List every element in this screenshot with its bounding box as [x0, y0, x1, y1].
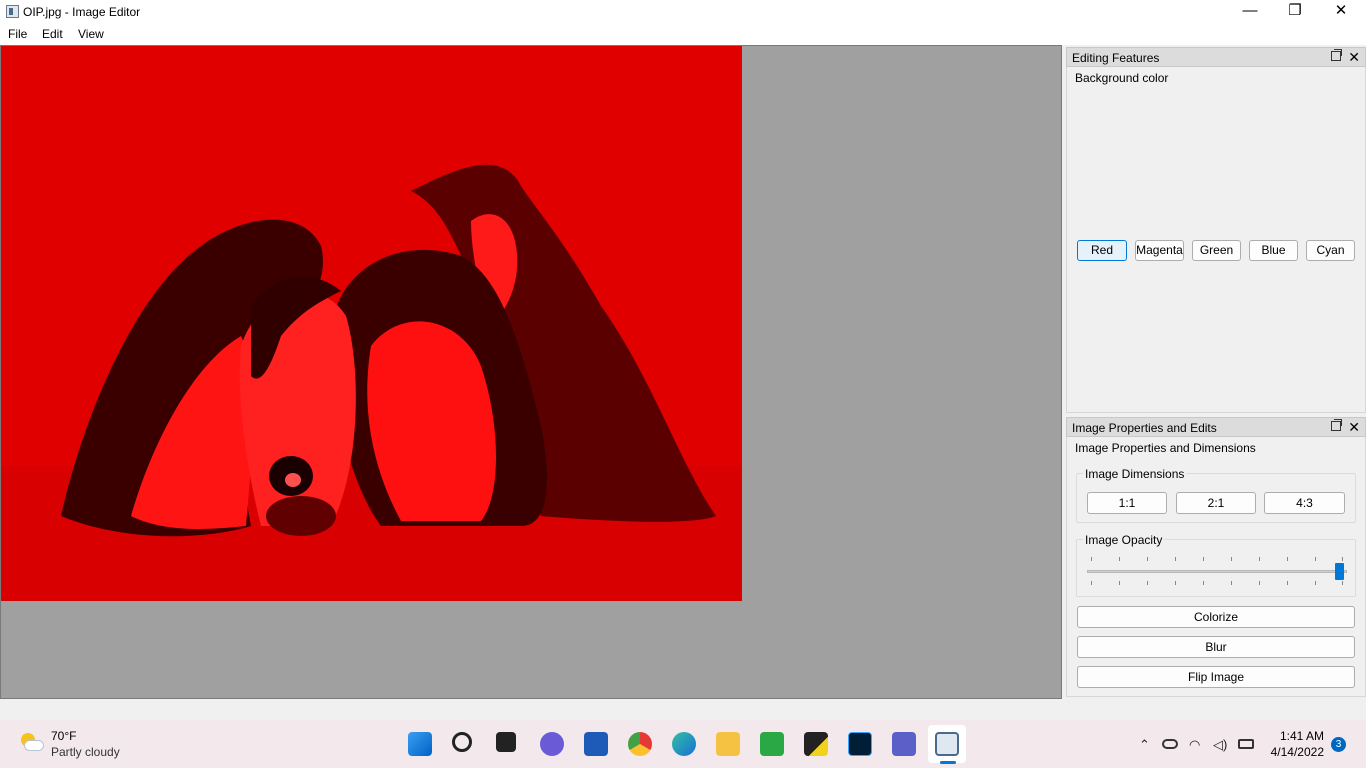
slider-tick	[1342, 557, 1343, 561]
menu-file[interactable]: File	[8, 27, 27, 41]
penguins-image	[1, 46, 742, 601]
slider-track	[1087, 570, 1347, 573]
image-editor-icon[interactable]	[935, 732, 959, 756]
chrome-icon[interactable]	[628, 732, 652, 756]
close-button[interactable]: ✕	[1318, 0, 1364, 23]
weather-desc[interactable]: Partly cloudy	[51, 745, 120, 759]
sticky-notes-icon[interactable]	[804, 732, 828, 756]
slider-tick	[1119, 557, 1120, 561]
slider-tick	[1175, 557, 1176, 561]
slider-tick	[1259, 557, 1260, 561]
slider-tick	[1315, 581, 1316, 585]
weather-icon[interactable]	[18, 731, 44, 753]
battery-icon[interactable]	[1238, 739, 1254, 749]
title-bar	[0, 0, 1366, 23]
blur-button[interactable]: Blur	[1077, 636, 1355, 658]
volume-icon[interactable]: ◁)	[1213, 737, 1227, 753]
maximize-button[interactable]: ❐	[1272, 0, 1318, 23]
editing-features-title: Editing Features	[1072, 51, 1160, 65]
image-properties-title: Image Properties and Edits	[1072, 421, 1217, 435]
task-view-icon[interactable]	[496, 732, 516, 752]
window-title: OIP.jpg - Image Editor	[23, 5, 141, 19]
slider-tick	[1231, 557, 1232, 561]
notification-badge[interactable]: 3	[1331, 737, 1346, 752]
slider-tick	[1175, 581, 1176, 585]
photoshop-icon[interactable]	[848, 732, 872, 756]
slider-tick	[1203, 581, 1204, 585]
chat-icon[interactable]	[540, 732, 564, 756]
slider-tick	[1091, 557, 1092, 561]
slider-tick	[1287, 581, 1288, 585]
teams-icon[interactable]	[892, 732, 916, 756]
onedrive-icon[interactable]	[1162, 739, 1178, 749]
app-icon	[6, 5, 19, 18]
slider-tick	[1287, 557, 1288, 561]
active-indicator	[940, 761, 956, 764]
color-blue-button[interactable]: Blue	[1249, 240, 1298, 261]
float-icon[interactable]	[1331, 49, 1342, 61]
color-cyan-button[interactable]: Cyan	[1306, 240, 1355, 261]
slider-tick	[1231, 581, 1232, 585]
wifi-icon[interactable]: ◠	[1189, 737, 1200, 753]
background-color-label: Background color	[1075, 71, 1169, 85]
clock-date[interactable]: 4/14/2022	[1262, 745, 1324, 759]
close-icon[interactable]: ✕	[1348, 48, 1360, 66]
word-icon[interactable]	[584, 732, 608, 756]
editing-features-header: Editing Features ✕	[1066, 47, 1366, 67]
slider-tick	[1119, 581, 1120, 585]
ratio-1-1-button[interactable]: 1:1	[1087, 492, 1167, 514]
image-properties-header: Image Properties and Edits ✕	[1066, 417, 1366, 437]
menu-view[interactable]: View	[78, 27, 104, 41]
slider-tick	[1203, 557, 1204, 561]
dimensions-group-title: Image Dimensions	[1083, 467, 1187, 481]
close-icon[interactable]: ✕	[1348, 418, 1360, 436]
slider-tick	[1091, 581, 1092, 585]
opacity-group-title: Image Opacity	[1083, 533, 1165, 547]
color-red-button[interactable]: Red	[1077, 240, 1127, 261]
opacity-slider[interactable]	[1087, 555, 1347, 589]
minimize-button[interactable]: —	[1227, 0, 1273, 23]
ratio-4-3-button[interactable]: 4:3	[1264, 492, 1345, 514]
weather-temp[interactable]: 70°F	[51, 729, 76, 743]
ratio-2-1-button[interactable]: 2:1	[1176, 492, 1256, 514]
flip-image-button[interactable]: Flip Image	[1077, 666, 1355, 688]
properties-section-label: Image Properties and Dimensions	[1075, 441, 1256, 455]
menu-edit[interactable]: Edit	[42, 27, 63, 41]
slider-tick	[1315, 557, 1316, 561]
qc-icon[interactable]	[760, 732, 784, 756]
chevron-up-icon[interactable]: ⌃	[1139, 737, 1150, 753]
slider-tick	[1342, 581, 1343, 585]
color-green-button[interactable]: Green	[1192, 240, 1241, 261]
slider-tick	[1147, 557, 1148, 561]
slider-thumb[interactable]	[1335, 563, 1344, 580]
editing-features-panel	[1066, 47, 1366, 413]
colorize-button[interactable]: Colorize	[1077, 606, 1355, 628]
float-icon[interactable]	[1331, 419, 1342, 431]
slider-tick	[1259, 581, 1260, 585]
menu-bar	[0, 23, 1366, 45]
edge-icon[interactable]	[672, 732, 696, 756]
image-display	[1, 46, 742, 601]
search-icon[interactable]	[452, 732, 472, 752]
clock-time[interactable]: 1:41 AM	[1270, 729, 1324, 743]
start-icon[interactable]	[408, 732, 432, 756]
color-magenta-button[interactable]: Magenta	[1135, 240, 1184, 261]
file-explorer-icon[interactable]	[716, 732, 740, 756]
slider-tick	[1147, 581, 1148, 585]
